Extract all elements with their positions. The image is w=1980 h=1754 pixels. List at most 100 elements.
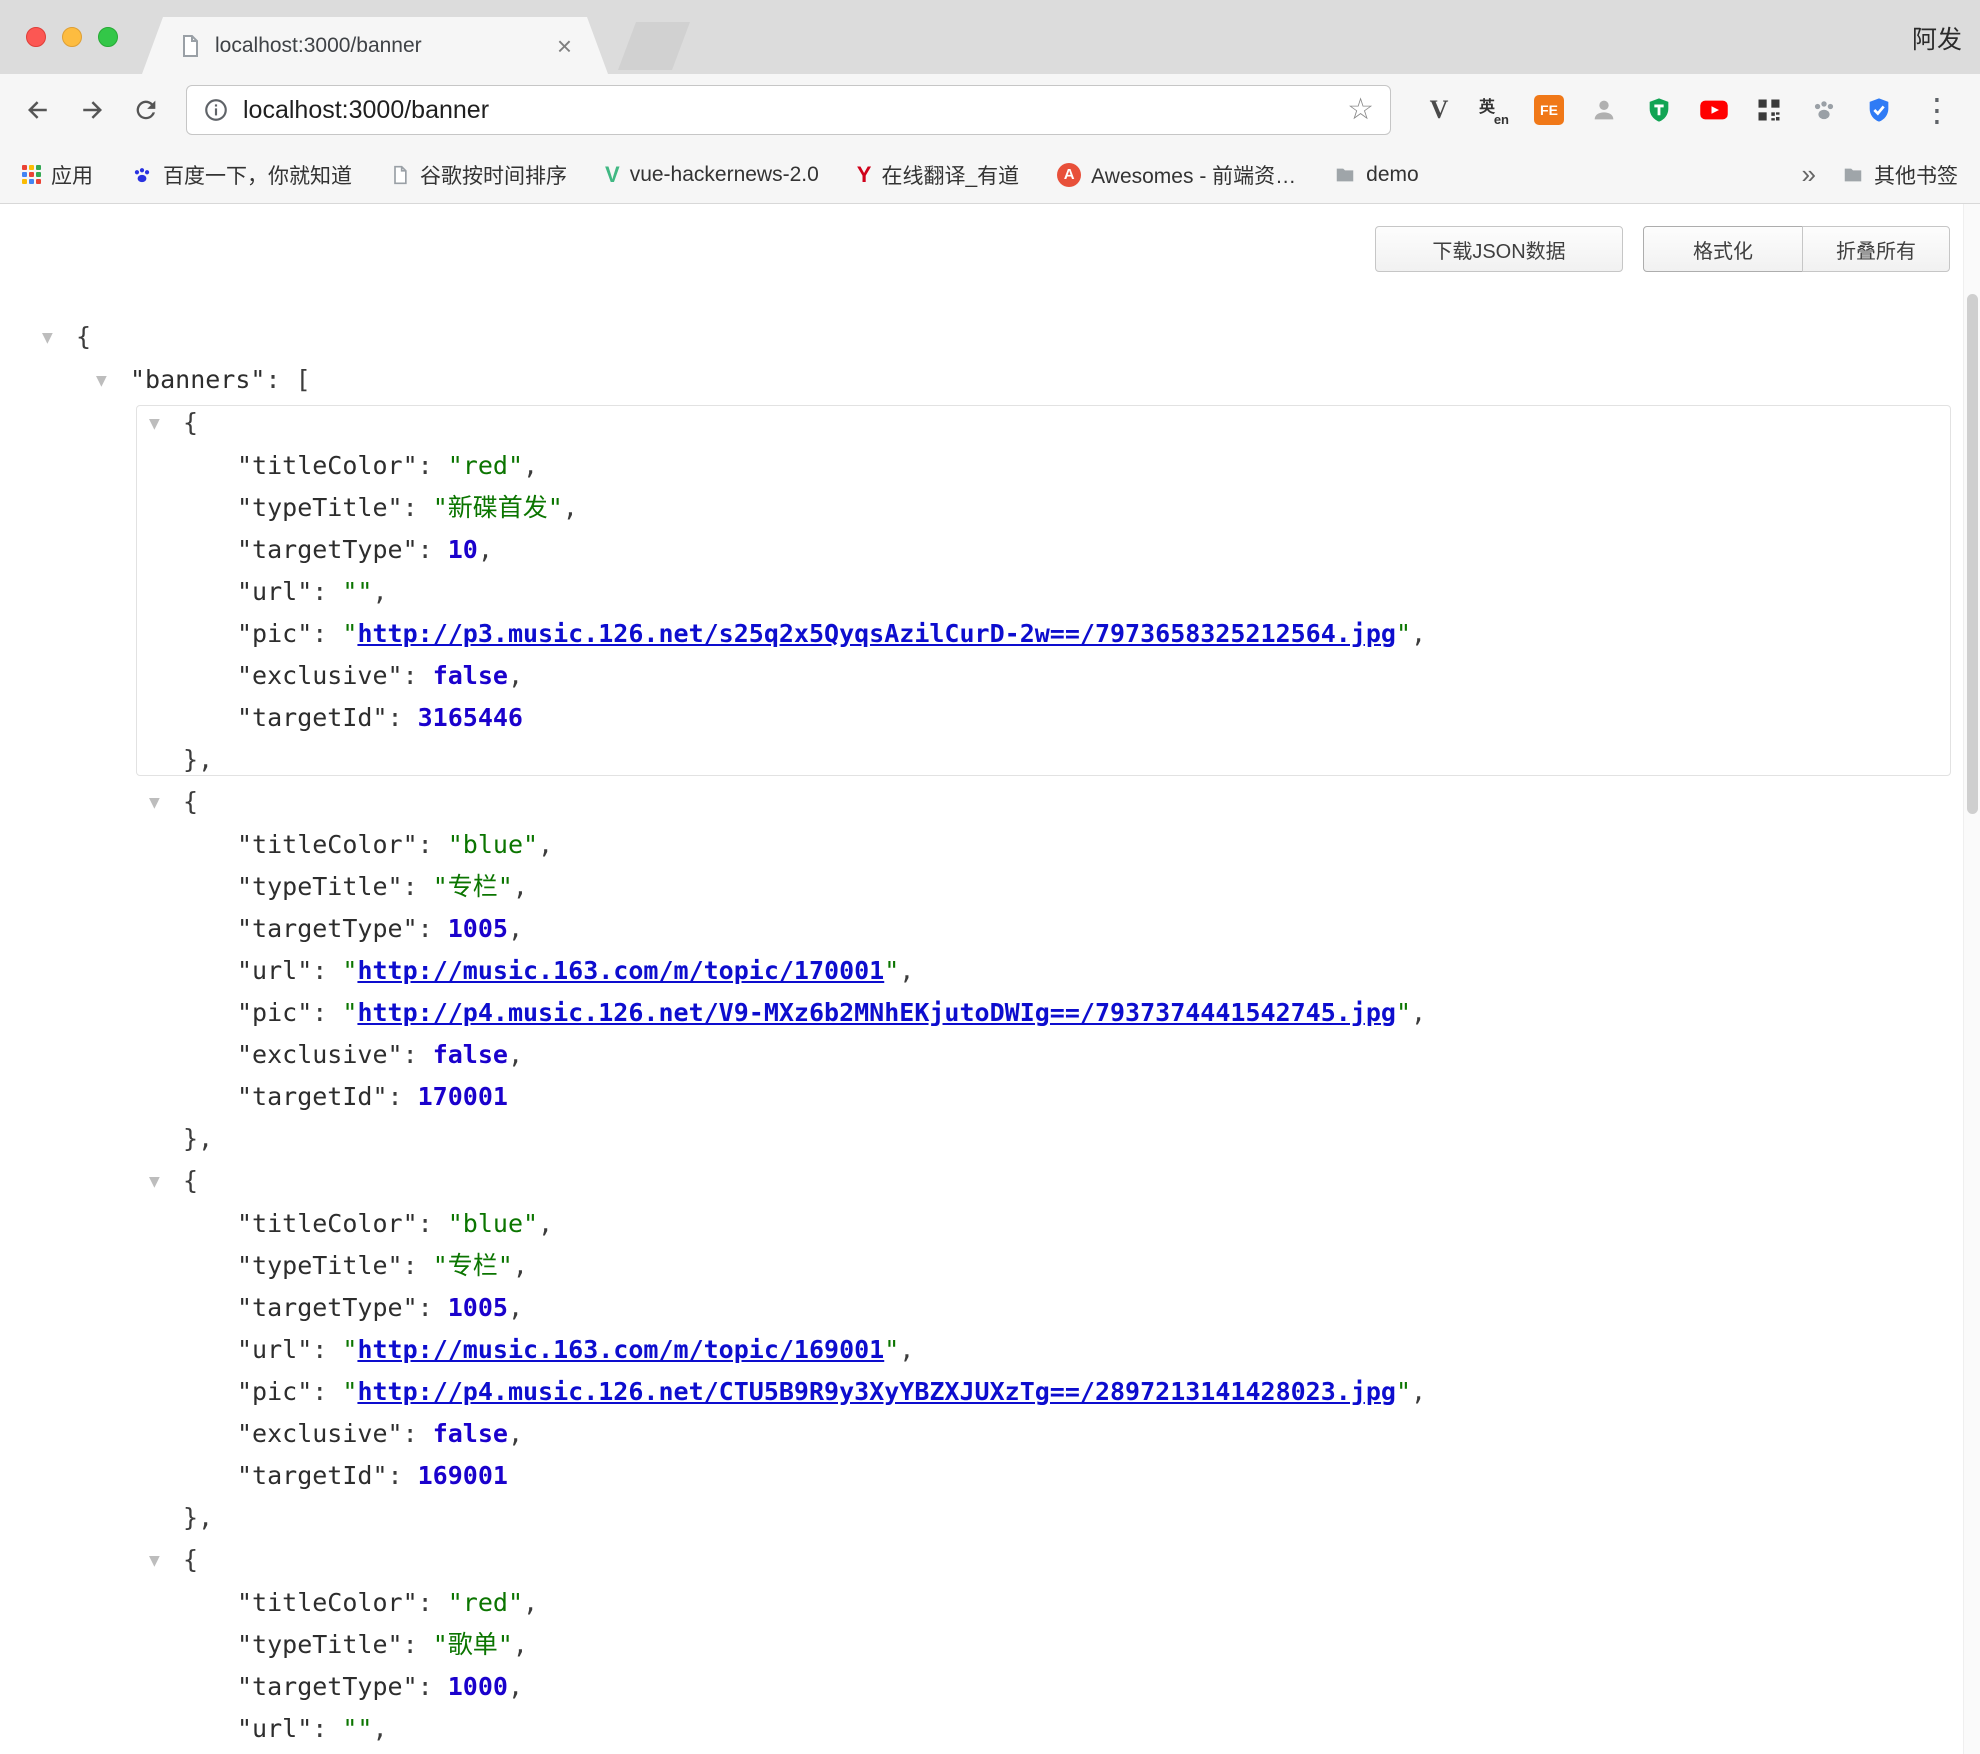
json-line: "url": "http://music.163.com/m/topic/169… [76, 1329, 1951, 1371]
youtube-extension-icon[interactable] [1698, 94, 1730, 126]
bookmark-apps[interactable]: 应用 [22, 160, 93, 190]
page-favicon-icon [178, 34, 202, 58]
json-url-link[interactable]: http://p4.music.126.net/V9-MXz6b2MNhEKju… [357, 998, 1396, 1027]
json-line: "titleColor": "blue", [76, 824, 1951, 866]
other-bookmarks-folder[interactable]: 其他书签 [1842, 160, 1958, 190]
json-line: "pic": "http://p3.music.126.net/s25q2x5Q… [76, 613, 1951, 655]
forward-button[interactable] [68, 86, 116, 134]
browser-tab[interactable]: localhost:3000/banner × [142, 17, 608, 74]
folder-icon [1334, 164, 1356, 186]
json-line: "typeTitle": "新碟首发", [76, 487, 1951, 529]
tab-strip: localhost:3000/banner × 阿发 [0, 0, 1980, 74]
json-line: ▼"banners": [ [76, 359, 1951, 402]
json-line: "targetId": 3165446 [76, 697, 1951, 739]
bookmark-star-icon[interactable]: ☆ [1347, 95, 1374, 125]
tab-close-icon[interactable]: × [557, 33, 572, 59]
shield-t-extension-icon[interactable] [1643, 94, 1675, 126]
json-line: }, [76, 739, 1951, 781]
json-url-link[interactable]: http://p3.music.126.net/s25q2x5QyqsAzilC… [357, 619, 1396, 648]
bookmark-google-sort[interactable]: 谷歌按时间排序 [390, 160, 567, 190]
json-line: "pic": "http://p4.music.126.net/V9-MXz6b… [76, 992, 1951, 1034]
json-url-link[interactable]: http://music.163.com/m/topic/170001 [357, 956, 884, 985]
json-line: "titleColor": "blue", [76, 1203, 1951, 1245]
json-banner-object: ▼{"titleColor": "red","typeTitle": "歌单",… [76, 1539, 1951, 1754]
shield-check-extension-icon[interactable] [1863, 94, 1895, 126]
json-line: "targetType": 10, [76, 529, 1951, 571]
bookmarks-right-group: » 其他书签 [1802, 159, 1958, 190]
address-bar[interactable]: localhost:3000/banner ☆ [186, 85, 1391, 135]
json-url-link[interactable]: http://music.163.com/m/topic/169001 [357, 1335, 884, 1364]
json-line: "targetId": 169001 [76, 1455, 1951, 1497]
json-line: ▼{ [76, 781, 1951, 824]
json-tree: ▼{▼"banners": [▼{"titleColor": "red","ty… [76, 316, 1951, 1754]
json-line: "typeTitle": "专栏", [76, 866, 1951, 908]
tab-title: localhost:3000/banner [215, 34, 544, 58]
json-line: "typeTitle": "歌单", [76, 1624, 1951, 1666]
json-line: "targetType": 1000, [76, 1666, 1951, 1708]
json-line: "targetType": 1005, [76, 1287, 1951, 1329]
json-line: "pic": "http://p4.music.126.net/CTU5B9R9… [76, 1371, 1951, 1413]
reload-button[interactable] [122, 86, 170, 134]
collapse-all-button[interactable]: 折叠所有 [1802, 226, 1950, 272]
json-line: "exclusive": false, [76, 655, 1951, 697]
json-line: "exclusive": false, [76, 1413, 1951, 1455]
page-info-icon[interactable] [203, 97, 229, 123]
collapse-toggle-icon[interactable]: ▼ [96, 360, 130, 402]
bookmark-baidu[interactable]: 百度一下，你就知道 [131, 160, 352, 190]
close-window-button[interactable] [26, 27, 46, 47]
json-line: ▼{ [76, 1160, 1951, 1203]
extensions-area: V 英en FE [1423, 94, 1895, 126]
json-line: "pic": "http://p4.music.126.net/tGPljf-I… [76, 1750, 1951, 1754]
json-line: ▼{ [76, 402, 1951, 445]
json-line: }, [76, 1118, 1951, 1160]
fe-extension-icon[interactable]: FE [1533, 94, 1565, 126]
bookmark-label: 应用 [51, 160, 93, 190]
paw-extension-icon[interactable] [1808, 94, 1840, 126]
json-banner-object: ▼{"titleColor": "blue","typeTitle": "专栏"… [76, 1160, 1951, 1539]
collapse-toggle-icon[interactable]: ▼ [149, 1540, 183, 1582]
json-url-link[interactable]: http://p4.music.126.net/CTU5B9R9y3XyYBZX… [357, 1377, 1396, 1406]
translate-extension-icon[interactable]: 英en [1478, 94, 1510, 126]
org-person-extension-icon[interactable] [1588, 94, 1620, 126]
page-content: 下载JSON数据 格式化 折叠所有 ▼{▼"banners": [▼{"titl… [0, 204, 1980, 1754]
json-line: ▼{ [76, 1539, 1951, 1582]
bookmark-demo-folder[interactable]: demo [1334, 163, 1419, 187]
minimize-window-button[interactable] [62, 27, 82, 47]
bookmark-label: 在线翻译_有道 [881, 160, 1019, 190]
scrollbar[interactable] [1963, 204, 1980, 1754]
bookmark-awesomes[interactable]: A Awesomes - 前端资… [1057, 160, 1296, 190]
back-button[interactable] [14, 86, 62, 134]
scrollbar-thumb[interactable] [1967, 294, 1978, 814]
bookmark-youdao[interactable]: Y 在线翻译_有道 [857, 160, 1019, 190]
json-line: "titleColor": "red", [76, 445, 1951, 487]
json-line: "url": "http://music.163.com/m/topic/170… [76, 950, 1951, 992]
download-json-button[interactable]: 下载JSON数据 [1375, 226, 1623, 272]
collapse-toggle-icon[interactable]: ▼ [149, 403, 183, 445]
window-controls [26, 27, 118, 47]
zoom-window-button[interactable] [98, 27, 118, 47]
address-text[interactable]: localhost:3000/banner [243, 96, 1333, 125]
bookmark-label: vue-hackernews-2.0 [630, 163, 819, 187]
browser-toolbar: localhost:3000/banner ☆ V 英en FE [0, 74, 1980, 146]
collapse-toggle-icon[interactable]: ▼ [149, 1161, 183, 1203]
json-banner-object: ▼{"titleColor": "blue","typeTitle": "专栏"… [76, 781, 1951, 1160]
bookmark-label: Awesomes - 前端资… [1091, 160, 1296, 190]
browser-menu-icon[interactable]: ⋮ [1921, 94, 1953, 126]
bookmark-vue-hackernews[interactable]: V vue-hackernews-2.0 [605, 162, 819, 188]
bookmarks-bar: 应用 百度一下，你就知道 谷歌按时间排序 V vue-hackernews-2.… [0, 146, 1980, 204]
format-collapse-group: 格式化 折叠所有 [1643, 226, 1950, 272]
bookmarks-overflow-chevron[interactable]: » [1802, 159, 1816, 190]
profile-name[interactable]: 阿发 [1912, 20, 1962, 56]
new-tab-button[interactable] [618, 22, 690, 70]
format-button[interactable]: 格式化 [1643, 226, 1803, 272]
baidu-paw-icon [131, 164, 153, 186]
qr-code-extension-icon[interactable] [1753, 94, 1785, 126]
collapse-toggle-icon[interactable]: ▼ [149, 782, 183, 824]
folder-icon [1842, 164, 1864, 186]
browser-window: localhost:3000/banner × 阿发 localhost:300… [0, 0, 1980, 1754]
json-line: "url": "", [76, 571, 1951, 613]
vimium-extension-icon[interactable]: V [1423, 94, 1455, 126]
collapse-toggle-icon[interactable]: ▼ [42, 317, 76, 359]
awesomes-icon: A [1057, 163, 1081, 187]
json-line: "url": "", [76, 1708, 1951, 1750]
